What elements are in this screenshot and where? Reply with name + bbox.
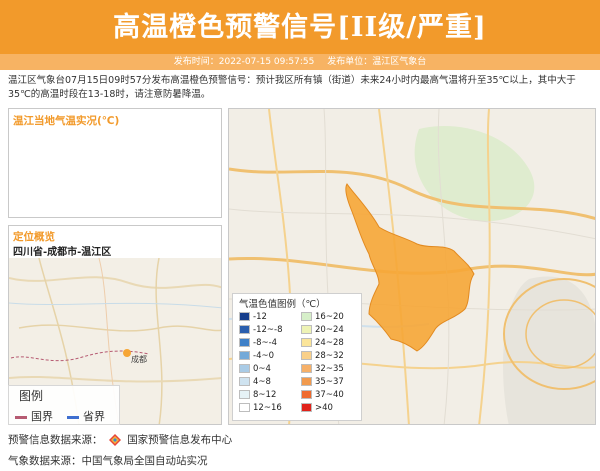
legend-item-national-border: 国界 bbox=[15, 408, 53, 424]
temp-legend-item: -12 bbox=[239, 312, 267, 323]
color-swatch bbox=[239, 351, 250, 360]
color-swatch bbox=[239, 325, 250, 334]
warning-meta-bar: 发布时间：2022-07-15 09:57:55 发布单位：温江区气象台 bbox=[0, 54, 600, 70]
color-swatch bbox=[239, 390, 250, 399]
warning-source-name[interactable]: 国家预警信息发布中心 bbox=[127, 434, 232, 446]
temp-range-label: 4~8 bbox=[253, 377, 271, 387]
temp-range-label: 24~28 bbox=[315, 338, 344, 348]
temp-range-label: 8~12 bbox=[253, 390, 277, 400]
temp-legend-item: >40 bbox=[301, 403, 333, 414]
temperature-color-legend: 气温色值图例（℃） -12 -12~-8 -8~-4 -4~0 0~4 4~8 8~12 12… bbox=[232, 293, 362, 421]
color-swatch bbox=[301, 325, 312, 334]
temp-legend-item: 32~35 bbox=[301, 364, 344, 375]
temp-range-label: 0~4 bbox=[253, 364, 271, 374]
temperature-panel-title: 温江当地气温实况(℃) bbox=[13, 115, 120, 127]
color-swatch bbox=[301, 312, 312, 321]
boundary-legend-title: 图例 bbox=[19, 389, 44, 403]
warning-title: 高温橙色预警信号[II级/严重] bbox=[113, 12, 487, 43]
temp-range-label: -4~0 bbox=[253, 351, 275, 361]
temp-legend-item: 35~37 bbox=[301, 377, 344, 388]
color-swatch bbox=[239, 312, 250, 321]
temp-legend-item: 8~12 bbox=[239, 390, 276, 401]
temp-range-label: 12~16 bbox=[253, 403, 282, 413]
warning-center-logo-icon bbox=[108, 434, 121, 446]
location-marker[interactable] bbox=[123, 349, 131, 357]
publisher: 发布单位：温江区气象台 bbox=[327, 57, 427, 67]
location-path: 四川省-成都市-温江区 bbox=[13, 247, 112, 258]
temp-range-label: >40 bbox=[315, 403, 333, 413]
location-panel-title: 定位概览 bbox=[13, 231, 55, 243]
warning-source-line: 预警信息数据来源： 国家预警信息发布中心 bbox=[8, 432, 232, 447]
color-swatch bbox=[301, 351, 312, 360]
warning-header: 高温橙色预警信号[II级/严重] bbox=[0, 0, 600, 54]
temp-range-label: 28~32 bbox=[315, 351, 344, 361]
color-swatch bbox=[239, 377, 250, 386]
temp-legend-item: -4~0 bbox=[239, 351, 274, 362]
color-swatch bbox=[301, 364, 312, 373]
temp-legend-item: 4~8 bbox=[239, 377, 271, 388]
temp-range-label: -12~-8 bbox=[253, 325, 283, 335]
temp-legend-item: 28~32 bbox=[301, 351, 344, 362]
temperature-legend-title: 气温色值图例（℃） bbox=[239, 299, 326, 310]
temp-legend-item: 16~20 bbox=[301, 312, 344, 323]
temp-legend-item: 0~4 bbox=[239, 364, 271, 375]
publish-time: 发布时间：2022-07-15 09:57:55 bbox=[173, 57, 315, 67]
color-swatch bbox=[301, 377, 312, 386]
map-city-label: 成都 bbox=[131, 354, 147, 364]
weather-source-line: 气象数据来源：中国气象局全国自动站实况 bbox=[8, 455, 208, 467]
temp-range-label: -8~-4 bbox=[253, 338, 278, 348]
temperature-panel: 温江当地气温实况(℃) bbox=[8, 108, 222, 218]
temp-legend-item: -8~-4 bbox=[239, 338, 277, 349]
temp-legend-item: 12~16 bbox=[239, 403, 282, 414]
legend-item-provincial-border: 省界 bbox=[67, 408, 105, 424]
temp-range-label: 32~35 bbox=[315, 364, 344, 374]
temp-legend-item: -12~-8 bbox=[239, 325, 282, 336]
color-swatch bbox=[239, 403, 250, 412]
boundary-legend: 图例 国界 省界 bbox=[8, 385, 120, 425]
warning-description: 温江区气象台07月15日09时57分发布高温橙色预警信号：预计我区所有镇（街道）… bbox=[8, 75, 576, 100]
temp-range-label: -12 bbox=[253, 312, 267, 322]
temp-range-label: 35~37 bbox=[315, 377, 344, 387]
temp-legend-item: 20~24 bbox=[301, 325, 344, 336]
color-swatch bbox=[239, 338, 250, 347]
national-border-icon bbox=[15, 415, 27, 419]
temp-legend-item: 37~40 bbox=[301, 390, 344, 401]
provincial-border-icon bbox=[67, 415, 79, 419]
color-swatch bbox=[301, 338, 312, 347]
color-swatch bbox=[239, 364, 250, 373]
warning-source-label: 预警信息数据来源： bbox=[8, 434, 103, 446]
temp-range-label: 37~40 bbox=[315, 390, 344, 400]
color-swatch bbox=[301, 390, 312, 399]
temp-range-label: 16~20 bbox=[315, 312, 344, 322]
temp-legend-item: 24~28 bbox=[301, 338, 344, 349]
temp-range-label: 20~24 bbox=[315, 325, 344, 335]
color-swatch bbox=[301, 403, 312, 412]
